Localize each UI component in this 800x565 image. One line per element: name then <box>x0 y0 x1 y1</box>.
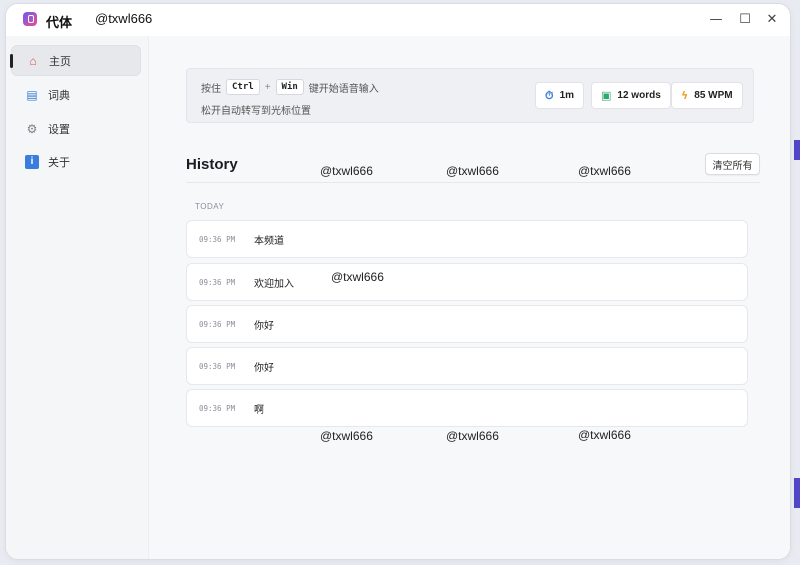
gear-icon: ⚙ <box>26 121 38 136</box>
hint-release-text: 松开自动转写到光标位置 <box>201 106 311 117</box>
word-count-value: 12 words <box>617 90 661 101</box>
maximize-button[interactable]: ☐ <box>733 9 757 29</box>
hint-press-text: 按住 <box>201 83 221 95</box>
app-logo-icon <box>23 12 37 26</box>
entry-text: 欢迎加入 <box>254 278 294 290</box>
win-key: Win <box>275 79 304 95</box>
entry-time: 09:36 PM <box>199 319 236 329</box>
history-entry[interactable]: 09:36 PM 你好 <box>186 305 748 343</box>
desktop-edge <box>794 140 800 160</box>
info-icon: i <box>25 154 39 169</box>
plus-sign: + <box>264 81 271 93</box>
history-entry[interactable]: 09:36 PM 本频道 <box>186 220 748 258</box>
clipboard-icon: ▣ <box>601 89 612 102</box>
history-entry[interactable]: 09:36 PM 你好 <box>186 347 748 385</box>
watermark: @txwl666 <box>320 429 373 443</box>
history-entry[interactable]: 09:36 PM 啊 <box>186 389 748 427</box>
wpm-stat: ϟ 85 WPM <box>671 82 743 109</box>
divider <box>186 182 760 183</box>
ctrl-key: Ctrl <box>226 79 260 95</box>
history-title: History <box>186 156 238 173</box>
group-label-today: TODAY <box>195 202 225 211</box>
hotkey-hint: 按住 Ctrl + Win 键开始语音输入 <box>201 79 379 95</box>
watermark: @txwl666 <box>331 270 384 284</box>
dictionary-icon: ▤ <box>26 87 38 102</box>
timer-icon: ⏱ <box>545 88 554 102</box>
duration-value: 1m <box>559 90 575 101</box>
sidebar-item-settings[interactable]: ⚙ 设置 <box>11 113 141 144</box>
close-button[interactable]: ✕ <box>760 9 784 29</box>
clear-all-button[interactable]: 清空所有 <box>705 153 760 175</box>
sidebar-item-label: 关于 <box>48 156 70 169</box>
sidebar-item-home[interactable]: ⌂ 主页 <box>10 45 141 76</box>
entry-text: 本频道 <box>254 235 284 247</box>
entry-time: 09:36 PM <box>199 234 236 244</box>
history-entry[interactable]: 09:36 PM 欢迎加入 <box>186 263 748 301</box>
watermark: @txwl666 <box>446 429 499 443</box>
watermark: @txwl666 <box>446 164 499 178</box>
minimize-button[interactable]: — <box>704 9 728 29</box>
entry-text: 你好 <box>254 362 274 374</box>
entry-time: 09:36 PM <box>199 277 236 287</box>
hint-action-text: 键开始语音输入 <box>308 83 379 95</box>
duration-stat: ⏱ 1m <box>535 82 585 109</box>
hotkey-hint-card: 按住 Ctrl + Win 键开始语音输入 松开自动转写到光标位置 ⏱ 1m ▣… <box>186 68 754 123</box>
entry-text: 啊 <box>254 404 264 416</box>
watermark: @txwl666 <box>578 164 631 178</box>
desktop-edge <box>794 478 800 508</box>
entry-text: 你好 <box>254 320 274 332</box>
home-icon: ⌂ <box>29 53 37 68</box>
lightning-icon: ϟ <box>681 89 689 102</box>
entry-time: 09:36 PM <box>199 403 236 413</box>
sidebar-item-label: 词典 <box>48 89 70 102</box>
sidebar: ⌂ 主页 ▤ 词典 ⚙ 设置 i 关于 <box>6 36 149 559</box>
sidebar-item-dictionary[interactable]: ▤ 词典 <box>11 79 141 110</box>
sidebar-item-label: 设置 <box>48 123 70 136</box>
main-content: 按住 Ctrl + Win 键开始语音输入 松开自动转写到光标位置 ⏱ 1m ▣… <box>149 36 790 559</box>
title-username: @txwl666 <box>95 11 153 26</box>
entry-time: 09:36 PM <box>199 361 236 371</box>
app-title: 代体 <box>46 15 73 30</box>
sidebar-item-label: 主页 <box>49 55 71 68</box>
watermark: @txwl666 <box>578 428 631 442</box>
active-indicator <box>10 54 13 68</box>
title-bar: 代体 @txwl666 — ☐ ✕ <box>6 4 790 36</box>
word-count-stat: ▣ 12 words <box>591 82 671 109</box>
wpm-value: 85 WPM <box>694 90 733 101</box>
sidebar-item-about[interactable]: i 关于 <box>11 146 141 177</box>
app-window: 代体 @txwl666 — ☐ ✕ ⌂ 主页 ▤ 词典 ⚙ 设置 i 关于 按住… <box>6 4 790 559</box>
watermark: @txwl666 <box>320 164 373 178</box>
